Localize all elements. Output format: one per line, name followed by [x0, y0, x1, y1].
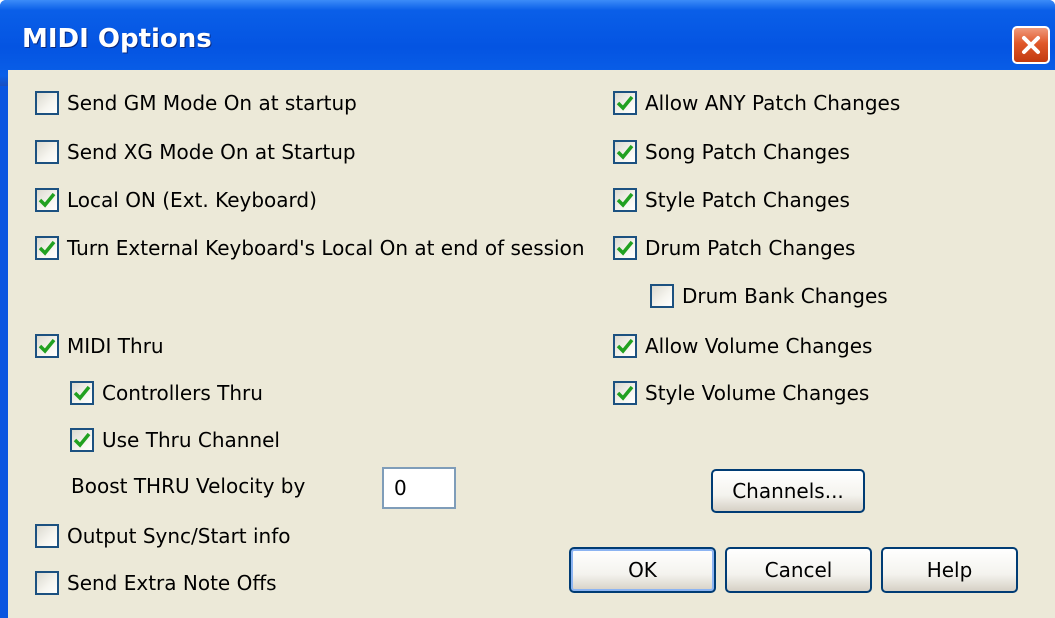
ok-button[interactable]: OK	[569, 547, 716, 593]
checkbox-box[interactable]	[35, 91, 59, 115]
dialog-body: Send GM Mode On at startup Send XG Mode …	[8, 70, 1055, 618]
checkbox-box[interactable]	[35, 140, 59, 164]
song-patch-checkbox[interactable]: Song Patch Changes	[613, 137, 850, 167]
checkbox-box[interactable]	[70, 381, 94, 405]
checkbox-box[interactable]	[70, 428, 94, 452]
checkmark-icon	[73, 432, 91, 448]
checkbox-label: Song Patch Changes	[645, 140, 850, 164]
output-sync-checkbox[interactable]: Output Sync/Start info	[35, 521, 291, 551]
checkmark-icon	[616, 144, 634, 160]
style-patch-checkbox[interactable]: Style Patch Changes	[613, 185, 850, 215]
send-extra-note-offs-checkbox[interactable]: Send Extra Note Offs	[35, 568, 277, 598]
checkbox-label: Send Extra Note Offs	[67, 571, 277, 595]
close-icon	[1022, 36, 1040, 54]
checkbox-label: Drum Patch Changes	[645, 236, 856, 260]
checkmark-icon	[38, 240, 56, 256]
checkbox-box[interactable]	[35, 524, 59, 548]
checkbox-box[interactable]	[613, 188, 637, 212]
checkbox-box[interactable]	[613, 91, 637, 115]
checkmark-icon	[616, 240, 634, 256]
checkbox-label: Controllers Thru	[102, 381, 263, 405]
checkbox-label: Drum Bank Changes	[682, 284, 888, 308]
use-thru-channel-checkbox[interactable]: Use Thru Channel	[70, 425, 280, 455]
checkbox-label: Style Volume Changes	[645, 381, 870, 405]
checkmark-icon	[73, 385, 91, 401]
checkbox-label: Send XG Mode On at Startup	[67, 140, 356, 164]
boost-velocity-label: Boost THRU Velocity by	[71, 474, 306, 498]
dialog-title: MIDI Options	[22, 24, 212, 54]
checkbox-label: Use Thru Channel	[102, 428, 280, 452]
checkbox-label: Send GM Mode On at startup	[67, 91, 357, 115]
checkbox-box[interactable]	[613, 381, 637, 405]
checkbox-box[interactable]	[613, 236, 637, 260]
checkbox-box[interactable]	[613, 140, 637, 164]
checkbox-box[interactable]	[35, 188, 59, 212]
checkbox-box[interactable]	[35, 571, 59, 595]
checkmark-icon	[616, 338, 634, 354]
close-button[interactable]	[1012, 26, 1050, 64]
channels-button[interactable]: Channels...	[711, 469, 865, 513]
checkbox-label: MIDI Thru	[67, 334, 164, 358]
drum-bank-checkbox[interactable]: Drum Bank Changes	[650, 281, 888, 311]
checkbox-label: Output Sync/Start info	[67, 524, 291, 548]
help-button[interactable]: Help	[881, 547, 1018, 593]
checkbox-box[interactable]	[35, 236, 59, 260]
allow-any-patch-checkbox[interactable]: Allow ANY Patch Changes	[613, 88, 900, 118]
checkmark-icon	[616, 192, 634, 208]
checkbox-label: Turn External Keyboard's Local On at end…	[67, 236, 585, 260]
cancel-button[interactable]: Cancel	[725, 547, 872, 593]
checkbox-box[interactable]	[35, 334, 59, 358]
local-on-checkbox[interactable]: Local ON (Ext. Keyboard)	[35, 185, 317, 215]
turn-local-on-end-checkbox[interactable]: Turn External Keyboard's Local On at end…	[35, 233, 585, 263]
style-volume-checkbox[interactable]: Style Volume Changes	[613, 378, 869, 408]
send-gm-mode-checkbox[interactable]: Send GM Mode On at startup	[35, 88, 357, 118]
checkbox-box[interactable]	[613, 334, 637, 358]
allow-volume-checkbox[interactable]: Allow Volume Changes	[613, 331, 872, 361]
checkbox-label: Allow ANY Patch Changes	[645, 91, 901, 115]
drum-patch-checkbox[interactable]: Drum Patch Changes	[613, 233, 855, 263]
checkmark-icon	[616, 385, 634, 401]
checkbox-box[interactable]	[650, 284, 674, 308]
checkbox-label: Style Patch Changes	[645, 188, 850, 212]
boost-velocity-input[interactable]: 0	[382, 467, 456, 509]
checkmark-icon	[38, 338, 56, 354]
controllers-thru-checkbox[interactable]: Controllers Thru	[70, 378, 263, 408]
checkbox-label: Allow Volume Changes	[645, 334, 873, 358]
midi-thru-checkbox[interactable]: MIDI Thru	[35, 331, 164, 361]
checkbox-label: Local ON (Ext. Keyboard)	[67, 188, 317, 212]
checkmark-icon	[616, 95, 634, 111]
checkmark-icon	[38, 192, 56, 208]
send-xg-mode-checkbox[interactable]: Send XG Mode On at Startup	[35, 137, 356, 167]
midi-options-dialog: MIDI Options Send GM Mode On at startup …	[0, 0, 1055, 618]
